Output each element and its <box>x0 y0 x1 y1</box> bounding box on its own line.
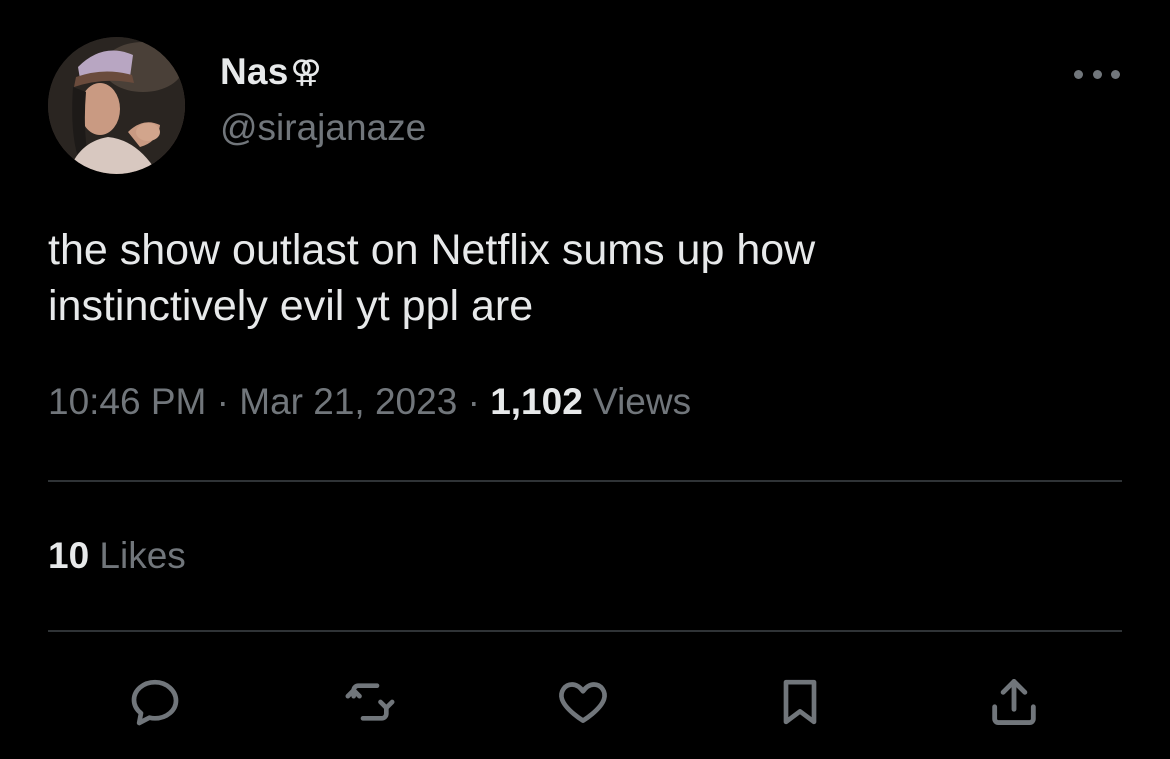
more-dot <box>1092 69 1102 79</box>
author-name-row[interactable]: Nas ⚢ <box>220 50 322 94</box>
share-icon[interactable] <box>984 672 1044 732</box>
tweet-text-line: the show outlast on Netflix sums up how <box>48 226 816 274</box>
views-count[interactable]: 1,102 <box>490 381 583 422</box>
likes-count: 10 <box>48 535 90 576</box>
more-dot <box>1074 69 1083 79</box>
meta-separator: · <box>206 381 240 422</box>
likes-summary[interactable]: 10 Likes <box>48 535 186 577</box>
more-dot <box>1111 69 1120 79</box>
tweet-text-line: instinctively evil yt ppl are <box>48 282 534 330</box>
avatar[interactable] <box>48 37 185 174</box>
divider <box>48 630 1122 632</box>
tweet-metadata: 10:46 PM · Mar 21, 2023 · 1,102 Views <box>48 381 691 423</box>
name-emoji: ⚢ <box>290 54 322 90</box>
bookmark-icon[interactable] <box>770 672 830 732</box>
likes-label: Likes <box>89 535 186 576</box>
display-name[interactable]: Nas <box>220 51 288 93</box>
username-handle[interactable]: @sirajanaze <box>220 107 426 149</box>
meta-separator: · <box>457 381 491 422</box>
divider <box>48 480 1122 482</box>
tweet-text: the show outlast on Netflix sums up how … <box>48 222 1128 334</box>
tweet-time[interactable]: 10:46 PM <box>48 381 206 422</box>
tweet-date[interactable]: Mar 21, 2023 <box>239 381 457 422</box>
retweet-icon[interactable] <box>340 672 400 732</box>
reply-icon[interactable] <box>125 672 185 732</box>
tweet-detail: Nas ⚢ @sirajanaze the show outlast on Ne… <box>0 0 1170 759</box>
heart-icon[interactable] <box>553 672 613 732</box>
more-horizontal-icon[interactable] <box>1074 60 1120 88</box>
views-label: Views <box>582 381 692 422</box>
